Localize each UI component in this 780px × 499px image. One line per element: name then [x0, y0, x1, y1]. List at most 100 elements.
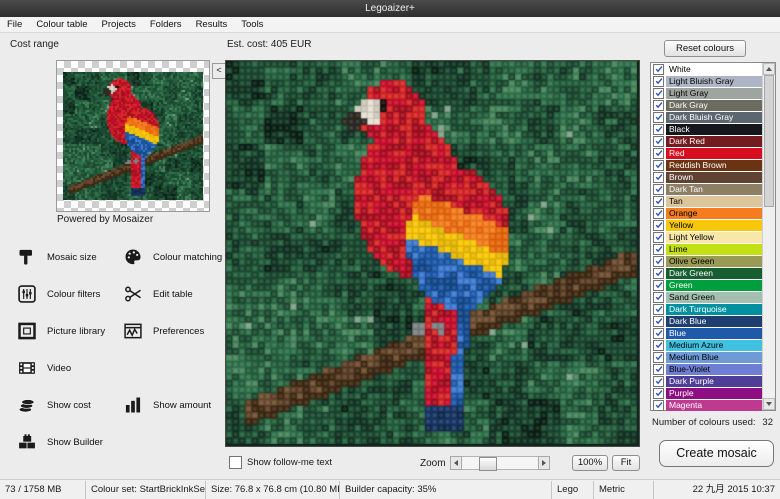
colour-checkbox[interactable] [653, 112, 664, 123]
colour-swatch: Dark Green [666, 268, 762, 279]
colour-row-black[interactable]: Black [652, 123, 762, 135]
colour-row-dark-turquoise[interactable]: Dark Turquoise [652, 303, 762, 315]
colour-row-dark-bluish-gray[interactable]: Dark Bluish Gray [652, 111, 762, 123]
colour-checkbox[interactable] [653, 304, 664, 315]
colour-row-light-gray[interactable]: Light Gray [652, 87, 762, 99]
tool-edit-table[interactable]: Edit table [122, 279, 193, 309]
tool-colour-matching[interactable]: Colour matching [122, 242, 222, 272]
colour-checkbox[interactable] [653, 172, 664, 183]
scroll-up-arrow-icon[interactable] [763, 63, 775, 75]
colours-used-label: Number of colours used: [652, 417, 756, 428]
reset-colours-button[interactable]: Reset colours [664, 40, 746, 57]
collapse-panel-button[interactable]: < [212, 63, 226, 79]
colour-checkbox[interactable] [653, 364, 664, 375]
status-segment-2: Size: 76.8 x 76.8 cm (10.80 MB) [206, 481, 340, 499]
colour-checkbox[interactable] [653, 244, 664, 255]
colour-checkbox[interactable] [653, 196, 664, 207]
tool-video[interactable]: Video [16, 353, 71, 383]
colour-checkbox[interactable] [653, 64, 664, 75]
tool-show-cost[interactable]: Show cost [16, 390, 91, 420]
colour-row-orange[interactable]: Orange [652, 207, 762, 219]
create-mosaic-button[interactable]: Create mosaic [659, 440, 774, 467]
colour-checkbox[interactable] [653, 232, 664, 243]
colour-row-purple[interactable]: Purple [652, 387, 762, 399]
tool-show-amount[interactable]: Show amount [122, 390, 211, 420]
colour-swatch: Olive Green [666, 256, 762, 267]
colour-checkbox[interactable] [653, 292, 664, 303]
colour-row-dark-gray[interactable]: Dark Gray [652, 99, 762, 111]
tool-show-builder[interactable]: Show Builder [16, 427, 103, 457]
colour-row-medium-blue[interactable]: Medium Blue [652, 351, 762, 363]
menu-item-tools[interactable]: Tools [234, 17, 270, 32]
zoom-slider-thumb[interactable] [479, 457, 497, 471]
sliders-icon [16, 283, 38, 305]
colour-checkbox[interactable] [653, 388, 664, 399]
title-bar[interactable]: Legoaizer+ [0, 0, 780, 17]
colour-row-light-yellow[interactable]: Light Yellow [652, 231, 762, 243]
menu-item-results[interactable]: Results [189, 17, 235, 32]
colour-row-light-bluish-gray[interactable]: Light Bluish Gray [652, 75, 762, 87]
colour-row-medium-azure[interactable]: Medium Azure [652, 339, 762, 351]
colour-checkbox[interactable] [653, 256, 664, 267]
colour-row-red[interactable]: Red [652, 147, 762, 159]
colour-row-blue-violet[interactable]: Blue-Violet [652, 363, 762, 375]
colour-checkbox[interactable] [653, 136, 664, 147]
colour-checkbox[interactable] [653, 88, 664, 99]
colour-checkbox[interactable] [653, 76, 664, 87]
colour-checkbox[interactable] [653, 376, 664, 387]
colour-row-yellow[interactable]: Yellow [652, 219, 762, 231]
colour-checkbox[interactable] [653, 148, 664, 159]
colour-checkbox[interactable] [653, 100, 664, 111]
colour-row-sand-green[interactable]: Sand Green [652, 291, 762, 303]
colour-checkbox[interactable] [653, 352, 664, 363]
colour-swatch: Dark Blue [666, 316, 762, 327]
colour-checkbox[interactable] [653, 208, 664, 219]
zoom-slider-left-arrow-icon[interactable] [450, 456, 462, 470]
colour-row-olive-green[interactable]: Olive Green [652, 255, 762, 267]
colour-row-blue[interactable]: Blue [652, 327, 762, 339]
colour-row-brown[interactable]: Brown [652, 171, 762, 183]
tool-preferences[interactable]: Preferences [122, 316, 204, 346]
colour-list-scrollbar[interactable] [762, 63, 775, 410]
colour-row-dark-green[interactable]: Dark Green [652, 267, 762, 279]
colour-row-white[interactable]: White [652, 63, 762, 75]
menu-item-colour-table[interactable]: Colour table [29, 17, 94, 32]
tool-picture-library[interactable]: Picture library [16, 316, 105, 346]
colours-used-value: 32 [762, 417, 773, 428]
menu-item-projects[interactable]: Projects [95, 17, 143, 32]
colour-row-dark-blue[interactable]: Dark Blue [652, 315, 762, 327]
colour-checkbox[interactable] [653, 124, 664, 135]
mosaic-preview[interactable] [225, 60, 640, 447]
zoom-slider-track[interactable] [462, 456, 538, 470]
colour-checkbox[interactable] [653, 280, 664, 291]
colour-checkbox[interactable] [653, 268, 664, 279]
show-follow-checkbox[interactable] [229, 456, 242, 469]
tool-mosaic-size[interactable]: Mosaic size [16, 242, 97, 272]
preferences-icon [122, 320, 144, 342]
fit-button[interactable]: Fit [612, 455, 640, 471]
colour-checkbox[interactable] [653, 184, 664, 195]
colour-checkbox[interactable] [653, 316, 664, 327]
colour-row-dark-tan[interactable]: Dark Tan [652, 183, 762, 195]
colour-checkbox[interactable] [653, 328, 664, 339]
colour-row-lime[interactable]: Lime [652, 243, 762, 255]
mosaic-canvas[interactable] [226, 61, 637, 444]
colour-checkbox[interactable] [653, 220, 664, 231]
zoom-100-button[interactable]: 100% [572, 455, 608, 471]
colour-checkbox[interactable] [653, 160, 664, 171]
colour-checkbox[interactable] [653, 400, 664, 411]
colour-row-green[interactable]: Green [652, 279, 762, 291]
zoom-slider-right-arrow-icon[interactable] [538, 456, 550, 470]
colour-row-dark-purple[interactable]: Dark Purple [652, 375, 762, 387]
colour-row-dark-red[interactable]: Dark Red [652, 135, 762, 147]
colour-row-reddish-brown[interactable]: Reddish Brown [652, 159, 762, 171]
colour-row-tan[interactable]: Tan [652, 195, 762, 207]
menu-item-folders[interactable]: Folders [143, 17, 189, 32]
colour-row-magenta[interactable]: Magenta [652, 399, 762, 411]
scroll-down-arrow-icon[interactable] [763, 398, 775, 410]
zoom-slider[interactable] [450, 456, 550, 470]
colour-checkbox[interactable] [653, 340, 664, 351]
scrollbar-thumb[interactable] [764, 75, 774, 207]
tool-colour-filters[interactable]: Colour filters [16, 279, 100, 309]
menu-item-file[interactable]: File [0, 17, 29, 32]
